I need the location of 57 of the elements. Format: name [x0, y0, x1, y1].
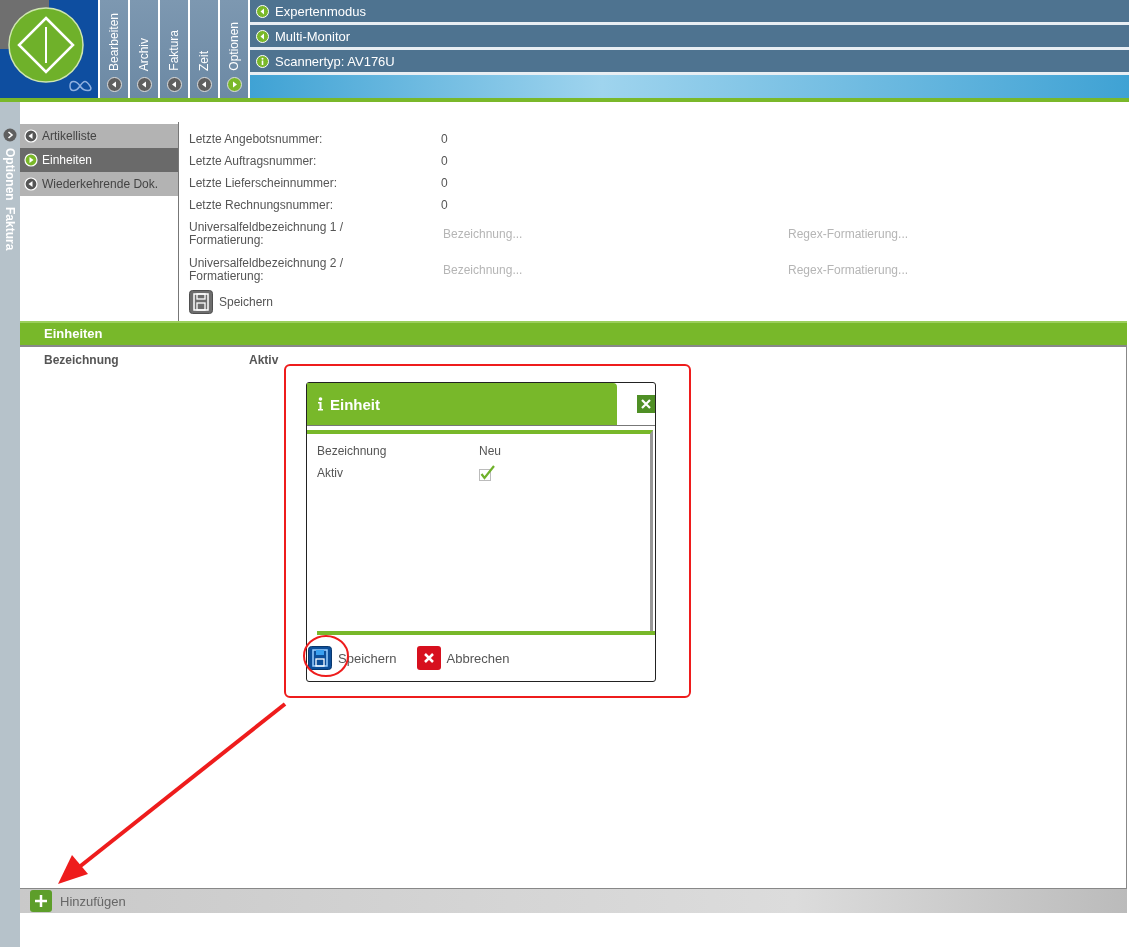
nav-tab[interactable]: Optionen [220, 0, 248, 98]
field-label: Universalfeldbezeichnung 1 / Formatierung: [189, 221, 345, 247]
save-button[interactable]: Speichern [189, 290, 274, 314]
sub-nav-item[interactable]: Einheiten [20, 148, 178, 172]
arrow-left-icon [256, 4, 269, 18]
cancel-button[interactable]: Abbrechen [416, 646, 510, 670]
input-field[interactable]: Regex-Formatierung... [786, 262, 990, 278]
add-button[interactable]: Hinzufügen [30, 890, 126, 912]
arrow-left-icon [136, 77, 152, 92]
input-field[interactable]: Bezeichnung... [441, 226, 745, 242]
field-label: Letzte Auftragsnummer: [189, 154, 318, 168]
arrow-left-icon [256, 29, 269, 43]
plus-icon [30, 890, 52, 912]
info-icon [317, 397, 324, 411]
field-value: Neu [479, 444, 501, 458]
field-value: 0 [441, 176, 448, 190]
sub-nav-item[interactable]: Artikelliste [20, 124, 178, 148]
arrow-left-icon [24, 177, 38, 191]
nav-tab[interactable]: Faktura [160, 0, 188, 98]
menu-item[interactable]: Scannertyp: AV176U [250, 50, 1129, 75]
arrow-right-icon [3, 128, 17, 142]
field-value: 0 [441, 132, 448, 146]
arrow-left-icon [166, 77, 182, 92]
save-icon [189, 290, 213, 314]
input-field[interactable]: Bezeichnung... [441, 262, 745, 278]
info-icon [256, 54, 269, 68]
column-header: Bezeichnung [44, 353, 120, 367]
close-icon [640, 398, 652, 410]
dialog-title: Einheit [307, 383, 617, 425]
close-button[interactable] [637, 395, 655, 413]
field-label: Universalfeldbezeichnung 2 / Formatierung: [189, 257, 345, 283]
nav-tab[interactable]: Bearbeiten [100, 0, 128, 98]
nav-tab[interactable]: Zeit [190, 0, 218, 98]
field-label: Letzte Angebotsnummer: [189, 132, 324, 146]
arrow-left-icon [196, 77, 212, 92]
app-logo-icon[interactable] [0, 0, 98, 98]
arrow-right-icon [24, 153, 38, 167]
checkbox[interactable] [479, 465, 495, 481]
arrow-left-icon [106, 77, 122, 92]
column-header: Aktiv [249, 353, 280, 367]
field-label: Bezeichnung [317, 444, 388, 458]
strip-label: Faktura [3, 206, 17, 251]
sub-nav-item[interactable]: Wiederkehrende Dok. [20, 172, 178, 196]
arrow-left-icon [24, 129, 38, 143]
nav-tab[interactable]: Archiv [130, 0, 158, 98]
field-label: Aktiv [317, 466, 344, 480]
menu-item[interactable]: Multi-Monitor [250, 25, 1129, 50]
field-value: 0 [441, 154, 448, 168]
section-header: Einheiten [20, 321, 1127, 347]
field-label: Letzte Rechnungsnummer: [189, 198, 335, 212]
menu-item[interactable]: Expertenmodus [250, 0, 1129, 25]
input-field[interactable]: Regex-Formatierung... [786, 226, 990, 242]
field-label: Letzte Lieferscheinnummer: [189, 176, 339, 190]
field-value: 0 [441, 198, 448, 212]
arrow-right-icon [226, 77, 242, 92]
strip-label: Optionen [3, 148, 17, 201]
close-icon [416, 646, 441, 670]
